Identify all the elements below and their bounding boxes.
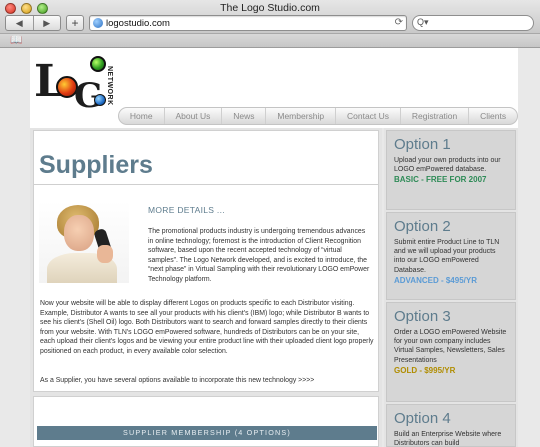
- membership-panel: SUPPLIER MEMBERSHIP (4 OPTIONS): [33, 396, 379, 447]
- address-bar[interactable]: logostudio.com ⟳: [89, 15, 407, 31]
- option-description: Build an Enterprise Website where Distri…: [394, 431, 502, 447]
- option-description: Order a LOGO emPowered Website for your …: [394, 329, 507, 364]
- option-price: BASIC - FREE FOR 2007: [394, 175, 487, 185]
- nav-clients[interactable]: Clients: [468, 108, 517, 124]
- bookmarks-icon[interactable]: 📖: [10, 35, 22, 46]
- history-nav-group: ◀ ▶: [5, 15, 61, 31]
- option-title: Option 2: [394, 218, 451, 235]
- nav-registration[interactable]: Registration: [399, 108, 468, 124]
- option-price: GOLD - $995/YR: [394, 365, 456, 375]
- reload-icon[interactable]: ⟳: [395, 17, 403, 28]
- page-title: Suppliers: [39, 151, 153, 179]
- option-card-4[interactable]: Option 4 Build an Enterprise Website whe…: [386, 404, 516, 447]
- option-card-2[interactable]: Option 2 Submit entire Product Line to T…: [386, 212, 516, 300]
- main-column: Suppliers MORE DETAILS ... The promotion…: [30, 128, 382, 447]
- more-details-heading: MORE DETAILS ...: [148, 205, 225, 215]
- option-card-3[interactable]: Option 3 Order a LOGO emPowered Website …: [386, 302, 516, 402]
- option-title: Option 3: [394, 308, 451, 325]
- nav-contact-us[interactable]: Contact Us: [335, 108, 400, 124]
- supplier-membership-bar[interactable]: SUPPLIER MEMBERSHIP (4 OPTIONS): [37, 426, 377, 440]
- nav-membership[interactable]: Membership: [265, 108, 335, 124]
- back-button[interactable]: ◀: [6, 16, 33, 30]
- body-paragraph: Now your website will be able to display…: [40, 300, 374, 355]
- forward-button[interactable]: ▶: [32, 16, 61, 30]
- content-panel: Suppliers MORE DETAILS ... The promotion…: [33, 130, 379, 392]
- window-title: The Logo Studio.com: [220, 2, 320, 14]
- option-price: ADVANCED - $495/YR: [394, 275, 477, 285]
- intro-paragraph: The promotional products industry is und…: [148, 228, 370, 283]
- web-page: L G NETWORK Home About Us News Membershi…: [0, 48, 540, 447]
- option-title: Option 4: [394, 410, 451, 427]
- url-text: logostudio.com: [106, 18, 170, 29]
- closing-paragraph: As a Supplier, you have several options …: [40, 377, 315, 384]
- browser-titlebar: The Logo Studio.com ◀ ▶ + logostudio.com…: [0, 0, 540, 34]
- bookmarks-bar: 📖: [0, 34, 540, 48]
- option-description: Upload your own products into our LOGO e…: [394, 157, 501, 174]
- main-navigation: Home About Us News Membership Contact Us…: [118, 107, 518, 125]
- woman-on-phone-photo: [39, 201, 129, 283]
- heading-divider: [34, 184, 378, 185]
- options-sidebar: Option 1 Upload your own products into o…: [384, 128, 518, 447]
- option-card-1[interactable]: Option 1 Upload your own products into o…: [386, 130, 516, 210]
- search-icon: Q▾: [417, 17, 429, 27]
- new-tab-button[interactable]: +: [66, 15, 84, 31]
- logo-green-o: [90, 56, 106, 72]
- nav-news[interactable]: News: [221, 108, 265, 124]
- nav-home[interactable]: Home: [119, 108, 164, 124]
- option-title: Option 1: [394, 136, 451, 153]
- nav-about-us[interactable]: About Us: [163, 108, 222, 124]
- globe-icon: [93, 18, 103, 28]
- logo-network-text: NETWORK: [106, 66, 113, 106]
- search-field[interactable]: Q▾: [412, 15, 534, 31]
- option-description: Submit entire Product Line to TLN and we…: [394, 239, 500, 274]
- logo-blue-o: [94, 94, 106, 106]
- site-logo[interactable]: L G NETWORK: [34, 56, 114, 122]
